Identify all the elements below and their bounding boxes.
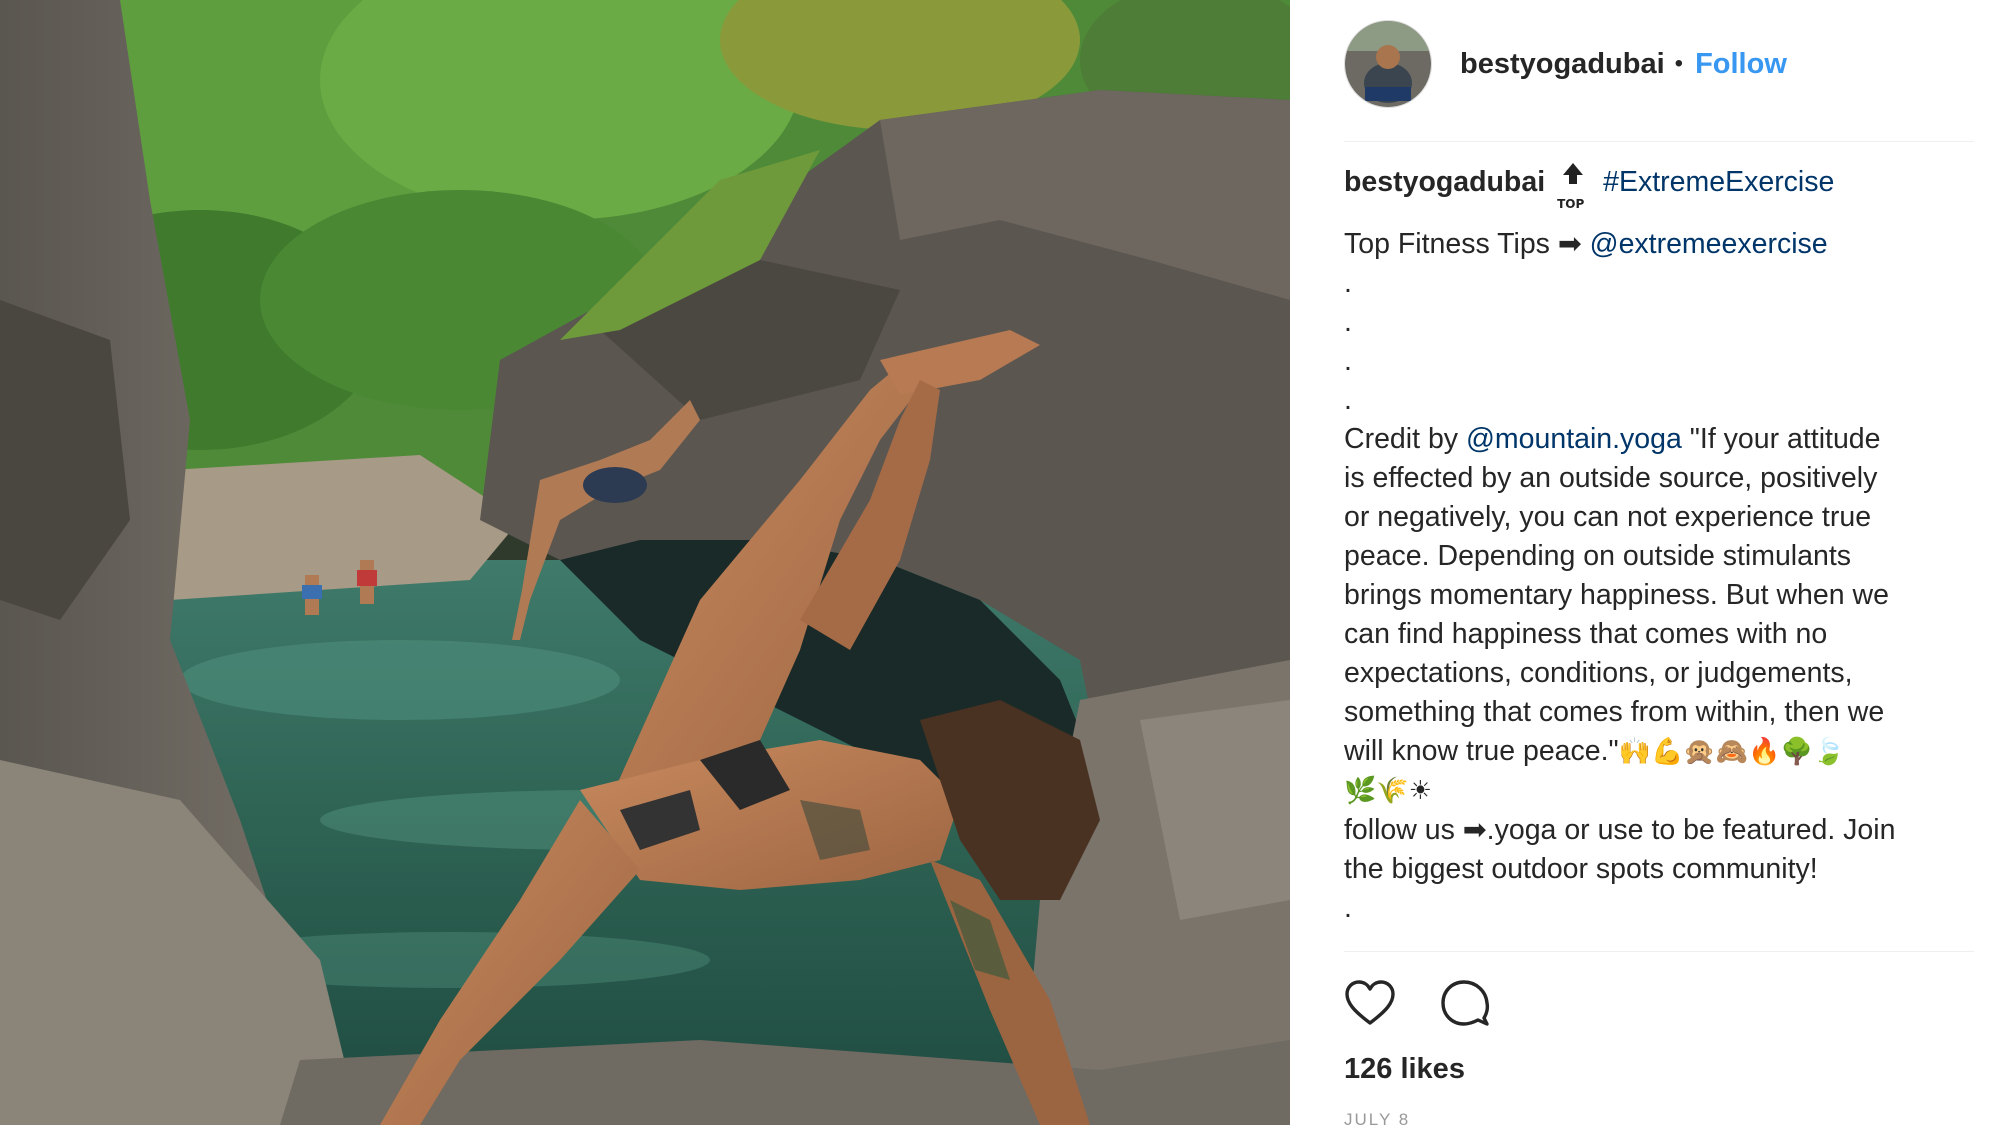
dot-line: . xyxy=(1344,267,1352,300)
follow-us-text: follow us ➡.yoga or use to be featured. … xyxy=(1344,814,1896,847)
emoji-row: 🌿🌾☀ xyxy=(1344,776,1433,807)
quote-text: will know true peace." xyxy=(1344,735,1619,768)
credit-prefix: Credit by xyxy=(1344,423,1459,456)
caption-header-line: bestyogadubai TOP #ExtremeExercise xyxy=(1344,163,1984,211)
yoga-scene-illustration xyxy=(0,0,1290,1125)
caption-credit-line: Credit by @mountain.yoga "If your attitu… xyxy=(1344,420,1984,459)
avatar-image xyxy=(1345,21,1431,107)
dot-line: . xyxy=(1344,306,1352,339)
quote-text: something that comes from within, then w… xyxy=(1344,696,1885,729)
top-arrow-icon: TOP xyxy=(1555,163,1591,211)
separator-dot: • xyxy=(1674,50,1684,77)
emoji-row: 🙌💪🙊🙈🔥🌳🍃 xyxy=(1618,737,1846,768)
dot-line: . xyxy=(1344,384,1352,417)
quote-text: or negatively, you can not experience tr… xyxy=(1344,501,1872,534)
username-link[interactable]: bestyogadubai xyxy=(1460,48,1665,81)
post-sidebar: bestyogadubai • Follow bestyogadubai TOP #… xyxy=(1290,0,2000,1129)
post-caption: bestyogadubai TOP #ExtremeExercise Top Fit… xyxy=(1344,163,1984,943)
mention-mountain-yoga[interactable]: @mountain.yoga xyxy=(1466,423,1682,455)
likes-count[interactable]: 126 likes xyxy=(1344,1053,1465,1086)
quote-text: peace. Depending on outside stimulants xyxy=(1344,540,1852,573)
follow-us-text: the biggest outdoor spots community! xyxy=(1344,853,1818,886)
fitness-text: Top Fitness Tips ➡ xyxy=(1344,228,1582,261)
heart-icon xyxy=(1345,980,1395,1025)
comment-button[interactable] xyxy=(1440,978,1490,1028)
post-image[interactable] xyxy=(0,0,1290,1125)
quote-end-line: will know true peace."🙌💪🙊🙈🔥🌳🍃 xyxy=(1344,732,1984,772)
quote-text: is effected by an outside source, positi… xyxy=(1344,462,1878,495)
caption-username[interactable]: bestyogadubai xyxy=(1344,166,1545,198)
post-date: JULY 8 xyxy=(1344,1110,1411,1129)
trailing-dot: . xyxy=(1344,892,1352,925)
quote-text: "If your attitude xyxy=(1681,423,1881,456)
header-divider xyxy=(1344,141,1974,142)
dot-line: . xyxy=(1344,345,1352,378)
mention-extremeexercise[interactable]: @extremeexercise xyxy=(1590,228,1828,260)
hashtag-link[interactable]: #ExtremeExercise xyxy=(1603,166,1834,198)
caption-line-fitness: Top Fitness Tips ➡ @extremeexercise xyxy=(1344,225,1984,264)
action-bar xyxy=(1344,975,1490,1031)
caption-divider xyxy=(1344,951,1974,952)
like-button[interactable] xyxy=(1344,979,1396,1027)
avatar[interactable] xyxy=(1344,20,1432,108)
quote-text: brings momentary happiness. But when we xyxy=(1344,579,1889,612)
follow-button[interactable]: Follow xyxy=(1695,48,1787,81)
quote-text: can find happiness that comes with no xyxy=(1344,618,1828,651)
comment-icon xyxy=(1441,980,1490,1026)
quote-text: expectations, conditions, or judgements, xyxy=(1344,657,1853,690)
post-header: bestyogadubai • Follow xyxy=(1344,14,1974,114)
